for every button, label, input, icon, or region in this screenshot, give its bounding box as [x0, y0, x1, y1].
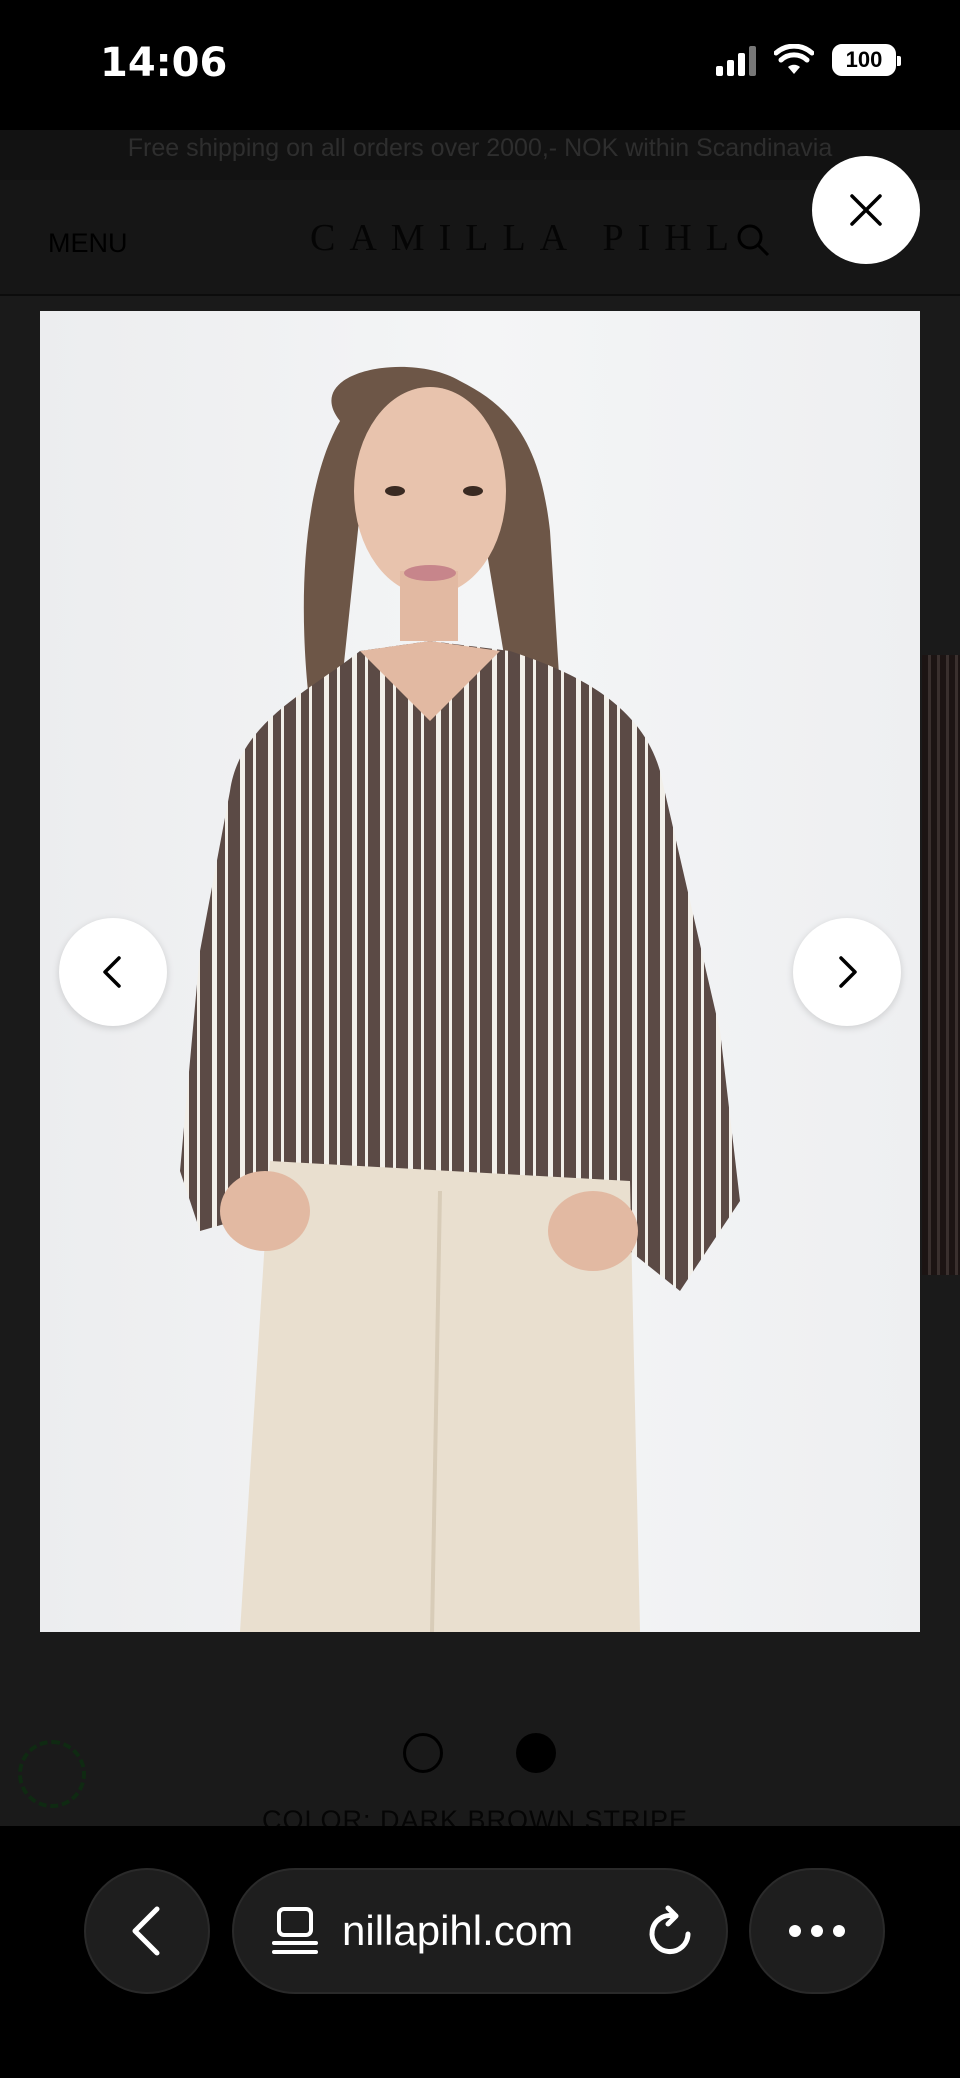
signal-icon	[716, 44, 756, 76]
sustainability-badge-icon	[18, 1740, 86, 1808]
back-icon	[132, 1906, 160, 1956]
chevron-left-icon	[103, 956, 121, 988]
url-text: nillapihl.com	[342, 1907, 574, 1954]
close-icon	[850, 194, 882, 226]
more-icon	[789, 1925, 801, 1937]
status-bar: 14:06 100	[0, 0, 960, 130]
brand-logo[interactable]: CAMILLA PIHL	[310, 216, 743, 260]
color-swatch-dark[interactable]	[516, 1733, 556, 1773]
next-image-peek	[922, 655, 960, 1275]
next-image-button[interactable]	[793, 918, 901, 1026]
chevron-right-icon	[839, 956, 857, 988]
back-button[interactable]	[84, 1868, 210, 1994]
previous-image-button[interactable]	[59, 918, 167, 1026]
close-gallery-button[interactable]	[812, 156, 920, 264]
product-photo-illustration	[180, 366, 740, 1632]
color-swatch-light[interactable]	[403, 1733, 443, 1773]
reload-icon[interactable]	[644, 1904, 698, 1960]
product-image[interactable]	[40, 311, 920, 1632]
browser-toolbar: nillapihl.com	[0, 1826, 960, 2078]
menu-button[interactable]: MENU	[48, 228, 128, 259]
status-time: 14:06	[100, 40, 228, 86]
status-icons: 100	[716, 44, 901, 76]
address-bar[interactable]: nillapihl.com	[232, 1868, 728, 1994]
promo-banner: Free shipping on all orders over 2000,- …	[0, 130, 960, 180]
search-icon[interactable]	[735, 222, 771, 258]
more-button[interactable]	[749, 1868, 885, 1994]
wifi-icon	[774, 44, 814, 74]
tab-icon	[272, 1907, 318, 1954]
page: 14:06 100 Free shipping on all orders ov…	[0, 0, 960, 2078]
battery-icon: 100	[832, 44, 901, 76]
